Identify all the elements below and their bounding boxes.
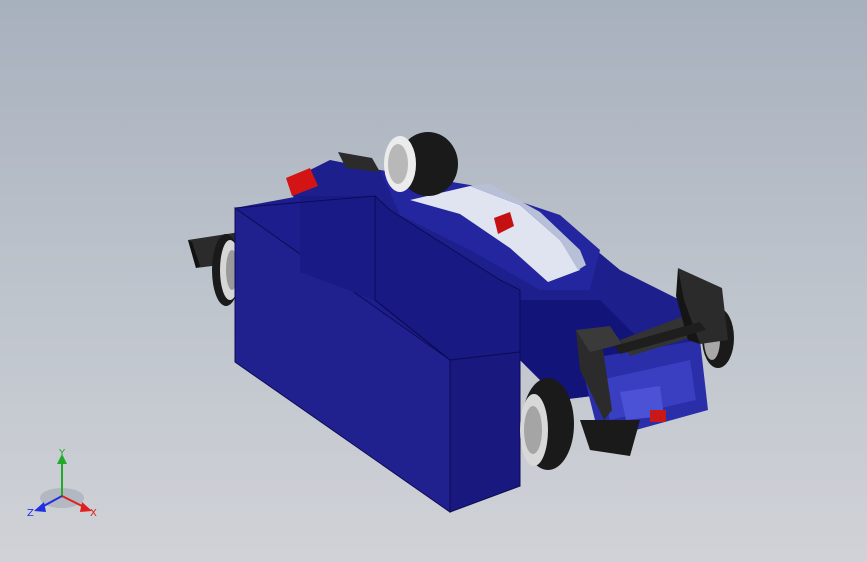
z-axis-label: Z	[27, 508, 34, 519]
front-right-wheel	[384, 132, 458, 196]
axis-triad: Y X Z	[27, 448, 97, 519]
x-axis-label: X	[90, 508, 97, 519]
y-axis-label: Y	[58, 448, 66, 459]
race-car-model[interactable]	[0, 0, 867, 562]
cad-viewport[interactable]: Y X Z	[0, 0, 867, 562]
rear-left-wheel	[520, 378, 574, 470]
z-axis-arrow	[34, 502, 46, 512]
